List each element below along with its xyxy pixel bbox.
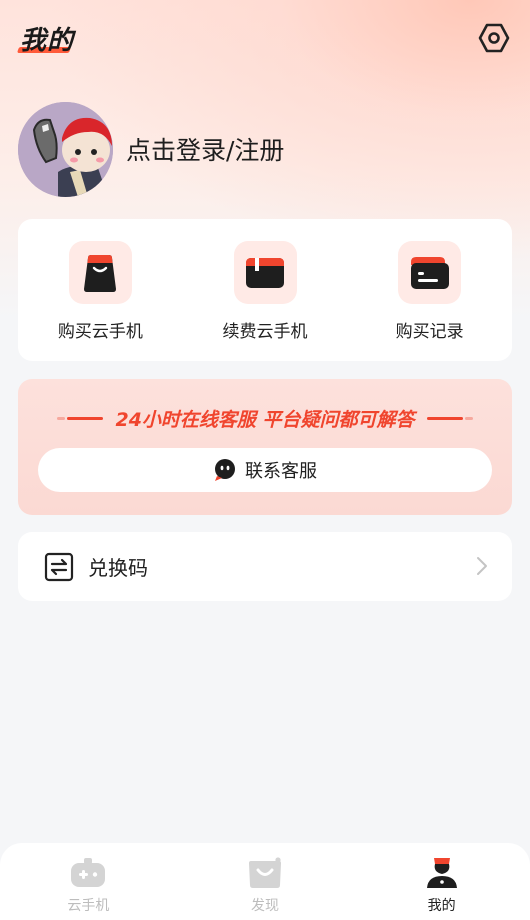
action-label: 续费云手机 [222, 322, 308, 342]
shopping-bag-icon [84, 254, 117, 292]
contact-service-label: 联系客服 [245, 461, 317, 482]
decorative-dash [426, 416, 473, 420]
redeem-code-row[interactable]: 兑换码 [18, 532, 512, 601]
action-label: 购买记录 [395, 322, 464, 342]
tab-mine[interactable]: 我的 [353, 843, 530, 920]
tab-label: 发现 [251, 898, 279, 914]
tab-label: 云手机 [67, 898, 110, 914]
action-icon-box [398, 241, 462, 304]
action-icon-box [233, 241, 297, 304]
service-headline-row: 24小时在线客服 平台疑问都可解答 [18, 403, 512, 433]
wallet-record-icon [410, 256, 449, 289]
quick-actions-card: 购买云手机 续费云手机 购买记录 [18, 219, 512, 361]
avatar [18, 101, 113, 197]
renew-card-icon [246, 257, 284, 288]
tab-cloud-phone[interactable]: 云手机 [0, 843, 177, 920]
bottom-tab-bar: 云手机 发现 我的 [0, 843, 530, 920]
purchase-records-button[interactable]: 购买记录 [347, 219, 512, 361]
discover-bag-icon [249, 857, 281, 888]
exchange-icon [44, 552, 74, 581]
action-label: 购买云手机 [57, 322, 143, 342]
contact-service-button[interactable]: 联系客服 [38, 448, 492, 492]
tab-icon-box [424, 855, 460, 891]
renew-cloud-phone-button[interactable]: 续费云手机 [183, 219, 348, 361]
avatar-illustration [18, 101, 113, 197]
tab-icon-box [247, 855, 283, 891]
chat-bubble-icon [215, 459, 235, 481]
login-profile[interactable]: 点击登录/注册 [18, 101, 284, 197]
settings-button[interactable] [476, 20, 512, 56]
login-register-link: 点击登录/注册 [126, 136, 285, 165]
tab-label: 我的 [427, 898, 456, 914]
action-icon-box [68, 241, 132, 304]
user-profile-icon [426, 858, 457, 888]
page-title: 我的 [20, 26, 75, 56]
hexagon-settings-icon [478, 23, 510, 53]
tab-discover[interactable]: 发现 [177, 843, 354, 920]
chevron-right-icon [477, 557, 487, 575]
buy-cloud-phone-button[interactable]: 购买云手机 [18, 219, 183, 361]
decorative-dash [57, 416, 104, 420]
redeem-code-label: 兑换码 [88, 556, 148, 580]
page-header: 我的 [0, 0, 530, 80]
customer-service-card: 24小时在线客服 平台疑问都可解答 联系客服 [18, 379, 512, 515]
gamepad-icon [71, 858, 106, 887]
service-headline: 24小时在线客服 平台疑问都可解答 [115, 408, 415, 431]
tab-icon-box [70, 855, 106, 891]
